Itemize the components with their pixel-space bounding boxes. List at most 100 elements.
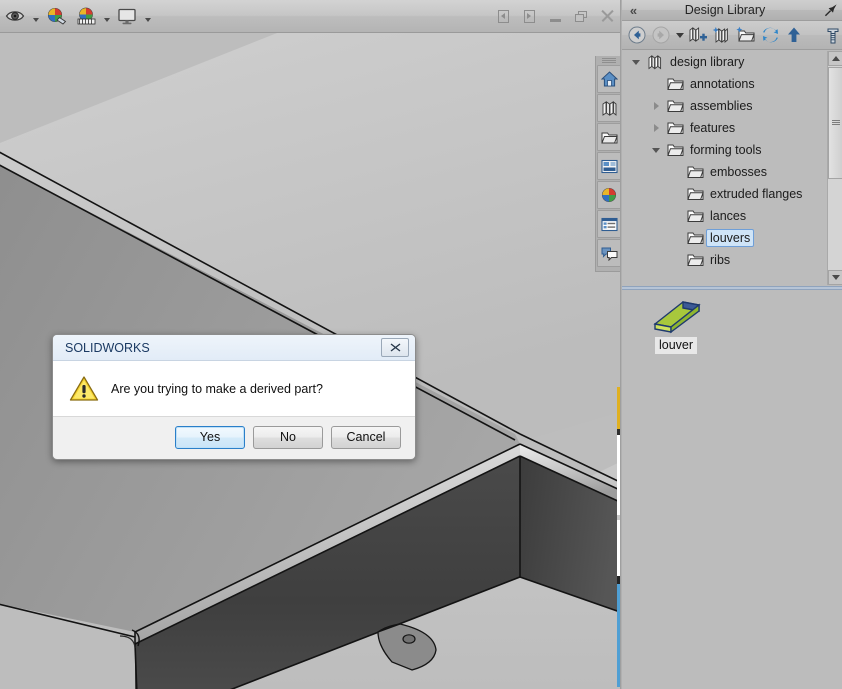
- new-library-icon: [712, 26, 732, 44]
- new-library-button[interactable]: [710, 23, 734, 48]
- folder-icon: [664, 117, 686, 139]
- tree-item-extruded-flanges[interactable]: extruded flanges: [622, 183, 842, 205]
- view-tab-appearances[interactable]: [597, 94, 620, 122]
- restore-icon: [575, 11, 587, 22]
- tree-expander-spacer: [648, 73, 664, 95]
- tree-expander-closed-icon[interactable]: [648, 95, 664, 117]
- dialog-body: Are you trying to make a derived part?: [53, 361, 415, 417]
- yes-button[interactable]: Yes: [175, 426, 245, 449]
- view-heads-up-toolbar[interactable]: [0, 0, 620, 33]
- viewport-task-tabstrip[interactable]: [595, 56, 620, 272]
- monitor-icon: [117, 8, 137, 25]
- tabstrip-grip[interactable]: [602, 58, 616, 63]
- solidworks-message-dialog[interactable]: SOLIDWORKS Are you trying to make a deri…: [52, 334, 416, 460]
- folder-icon: [687, 253, 704, 267]
- design-library-titlebar: « Design Library: [622, 0, 842, 21]
- previous-document-button[interactable]: [492, 4, 514, 28]
- forward-button[interactable]: [649, 23, 673, 48]
- tree-item-features[interactable]: features: [622, 117, 842, 139]
- tree-vertical-scrollbar[interactable]: [827, 51, 842, 285]
- tree-item-label: design library: [666, 54, 748, 70]
- louver-part-thumbnail: [636, 293, 716, 337]
- design-library-tree[interactable]: design library annotations assemblies featu…: [622, 51, 842, 285]
- view-tab-custom-properties[interactable]: [597, 210, 620, 238]
- folder-icon: [684, 249, 706, 271]
- cancel-button[interactable]: Cancel: [331, 426, 401, 449]
- view-tab-view-palette[interactable]: [597, 152, 620, 180]
- folder-icon: [667, 121, 684, 135]
- no-button[interactable]: No: [253, 426, 323, 449]
- folder-icon: [687, 187, 704, 201]
- scene-appearance-dropdown[interactable]: [101, 3, 112, 29]
- tree-item-label: assemblies: [686, 98, 757, 114]
- folder-icon: [601, 130, 618, 145]
- dialog-close-button[interactable]: [381, 338, 409, 357]
- up-one-level-button[interactable]: [782, 23, 806, 48]
- folder-icon: [684, 161, 706, 183]
- new-folder-button[interactable]: [734, 23, 758, 48]
- minimize-button[interactable]: [544, 4, 566, 28]
- display-style-sphere-icon: [46, 7, 67, 25]
- tree-expander-spacer: [668, 249, 684, 271]
- push-pin-icon: [824, 3, 838, 17]
- warning-triangle-icon: [69, 375, 99, 402]
- display-style-button[interactable]: [42, 2, 70, 30]
- hide-show-items-dropdown[interactable]: [30, 3, 41, 29]
- pin-panel-button[interactable]: [820, 0, 842, 21]
- tree-item-lances[interactable]: lances: [622, 205, 842, 227]
- panel-horizontal-divider[interactable]: [622, 286, 842, 290]
- tree-item-forming-tools[interactable]: forming tools: [622, 139, 842, 161]
- next-document-button[interactable]: [518, 4, 540, 28]
- new-folder-icon: [736, 26, 756, 44]
- add-to-library-icon: [688, 26, 708, 44]
- folder-icon: [687, 209, 704, 223]
- design-library-content-pane[interactable]: louver: [622, 291, 842, 689]
- tree-item-annotations[interactable]: annotations: [622, 73, 842, 95]
- tree-item-assemblies[interactable]: assemblies: [622, 95, 842, 117]
- design-library-toolbar[interactable]: [622, 21, 842, 50]
- document-window-controls: [490, 0, 620, 32]
- tree-expander-open-icon[interactable]: [648, 139, 664, 161]
- library-books-icon: [647, 54, 664, 70]
- view-tab-file-explorer[interactable]: [597, 123, 620, 151]
- scrollbar-thumb[interactable]: [828, 67, 842, 179]
- folder-icon: [684, 205, 706, 227]
- tree-item-embosses[interactable]: embosses: [622, 161, 842, 183]
- close-button[interactable]: [596, 4, 618, 28]
- view-settings-dropdown[interactable]: [142, 3, 153, 29]
- tree-item-design-library[interactable]: design library: [622, 51, 842, 73]
- toolbar-group-display: [0, 0, 153, 32]
- toolbox-tab[interactable]: [824, 22, 842, 50]
- speech-bubbles-icon: [601, 246, 618, 261]
- tree-item-label: extruded flanges: [706, 186, 806, 202]
- folder-icon: [664, 73, 686, 95]
- scene-appearance-button[interactable]: [72, 2, 100, 30]
- add-to-library-button[interactable]: [686, 23, 710, 48]
- tree-item-label: embosses: [706, 164, 771, 180]
- list-item[interactable]: louver: [636, 293, 716, 354]
- view-tab-home[interactable]: [597, 65, 620, 93]
- view-tab-annotations[interactable]: [597, 239, 620, 267]
- louver-part-thumbnail-icon: [649, 296, 703, 334]
- scroll-up-button[interactable]: [828, 51, 842, 66]
- history-dropdown-button[interactable]: [673, 23, 686, 48]
- scroll-down-button[interactable]: [828, 270, 842, 285]
- view-settings-button[interactable]: [113, 2, 141, 30]
- tree-item-label: ribs: [706, 252, 734, 268]
- tree-expander-open-icon[interactable]: [628, 51, 644, 73]
- tree-expander-closed-icon[interactable]: [648, 117, 664, 139]
- refresh-button[interactable]: [758, 23, 782, 48]
- tree-item-ribs[interactable]: ribs: [622, 249, 842, 271]
- close-icon: [601, 10, 614, 23]
- properties-list-icon: [601, 217, 618, 232]
- hide-show-items-button[interactable]: [1, 2, 29, 30]
- dialog-button-row: Yes No Cancel: [53, 417, 415, 457]
- dialog-titlebar: SOLIDWORKS: [53, 335, 415, 361]
- view-tab-appearances-scenes[interactable]: [597, 181, 620, 209]
- design-library-panel[interactable]: « Design Library: [622, 0, 842, 689]
- scroll-down-arrow-icon: [832, 275, 840, 280]
- folder-icon: [687, 231, 704, 245]
- tree-item-louvers[interactable]: louvers: [622, 227, 842, 249]
- back-button[interactable]: [625, 23, 649, 48]
- restore-button[interactable]: [570, 4, 592, 28]
